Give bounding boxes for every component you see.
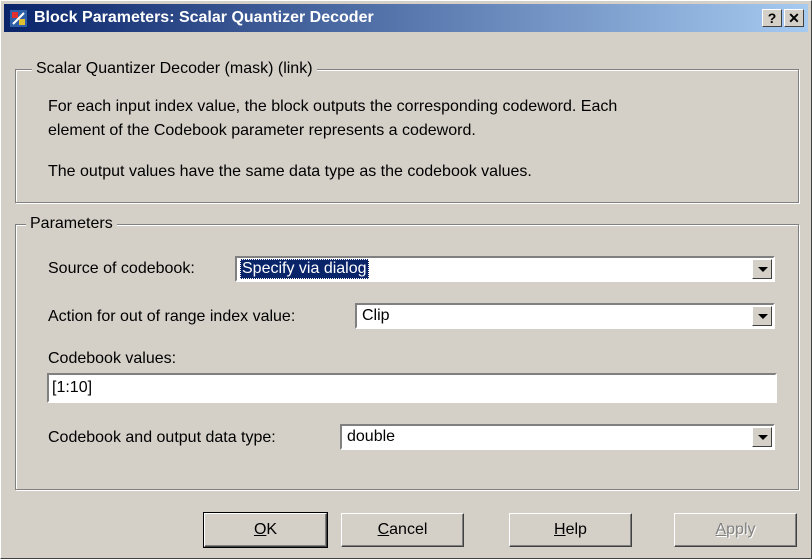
codebook-label: Codebook values: xyxy=(48,350,177,367)
parameters-legend: Parameters xyxy=(26,214,117,234)
mask-group: Scalar Quantizer Decoder (mask) (link) F… xyxy=(15,59,799,203)
ok-label: K xyxy=(266,521,278,538)
codebook-input[interactable]: [1:10] xyxy=(47,373,777,403)
help-label: elp xyxy=(565,521,587,538)
cancel-button[interactable]: Cancel xyxy=(341,513,464,547)
apply-label: pply xyxy=(726,521,756,538)
description-line-2: element of the Codebook parameter repres… xyxy=(48,122,476,139)
apply-button[interactable]: Apply xyxy=(674,513,797,547)
ok-button[interactable]: OK xyxy=(203,512,328,548)
ok-mnemonic: O xyxy=(253,521,267,538)
action-label: Action for out of range index value: xyxy=(48,308,296,325)
help-mnemonic: H xyxy=(554,521,566,538)
window-title: Block Parameters: Scalar Quantizer Decod… xyxy=(34,9,374,26)
action-select[interactable]: Clip xyxy=(355,303,775,329)
chevron-down-icon[interactable] xyxy=(752,259,772,279)
datatype-select-value: double xyxy=(347,428,396,445)
datatype-label: Codebook and output data type: xyxy=(48,429,276,446)
description-line-1: For each input index value, the block ou… xyxy=(48,98,618,115)
codebook-input-value: [1:10] xyxy=(52,379,93,396)
title-bar[interactable]: Block Parameters: Scalar Quantizer Decod… xyxy=(4,4,808,32)
parameters-group: Parameters Source of codebook: Specify v… xyxy=(15,214,799,490)
cancel-mnemonic: C xyxy=(377,521,390,538)
action-select-value: Clip xyxy=(362,307,390,324)
description-line-3: The output values have the same data typ… xyxy=(48,163,532,180)
cancel-label: ancel xyxy=(389,521,428,538)
dialog-window: Block Parameters: Scalar Quantizer Decod… xyxy=(0,0,812,559)
chevron-down-icon[interactable] xyxy=(752,427,772,447)
simulink-block-icon xyxy=(10,10,27,27)
apply-mnemonic: A xyxy=(715,521,727,538)
mask-legend: Scalar Quantizer Decoder (mask) (link) xyxy=(32,59,317,79)
source-select-value: Specify via dialog xyxy=(240,259,369,279)
source-select[interactable]: Specify via dialog xyxy=(235,256,775,282)
chevron-down-icon[interactable] xyxy=(752,306,772,326)
help-title-button[interactable]: ? xyxy=(762,9,782,27)
close-title-button[interactable]: ✕ xyxy=(784,9,804,27)
help-button[interactable]: Help xyxy=(509,513,632,547)
source-label: Source of codebook: xyxy=(48,260,195,277)
datatype-select[interactable]: double xyxy=(340,424,775,450)
